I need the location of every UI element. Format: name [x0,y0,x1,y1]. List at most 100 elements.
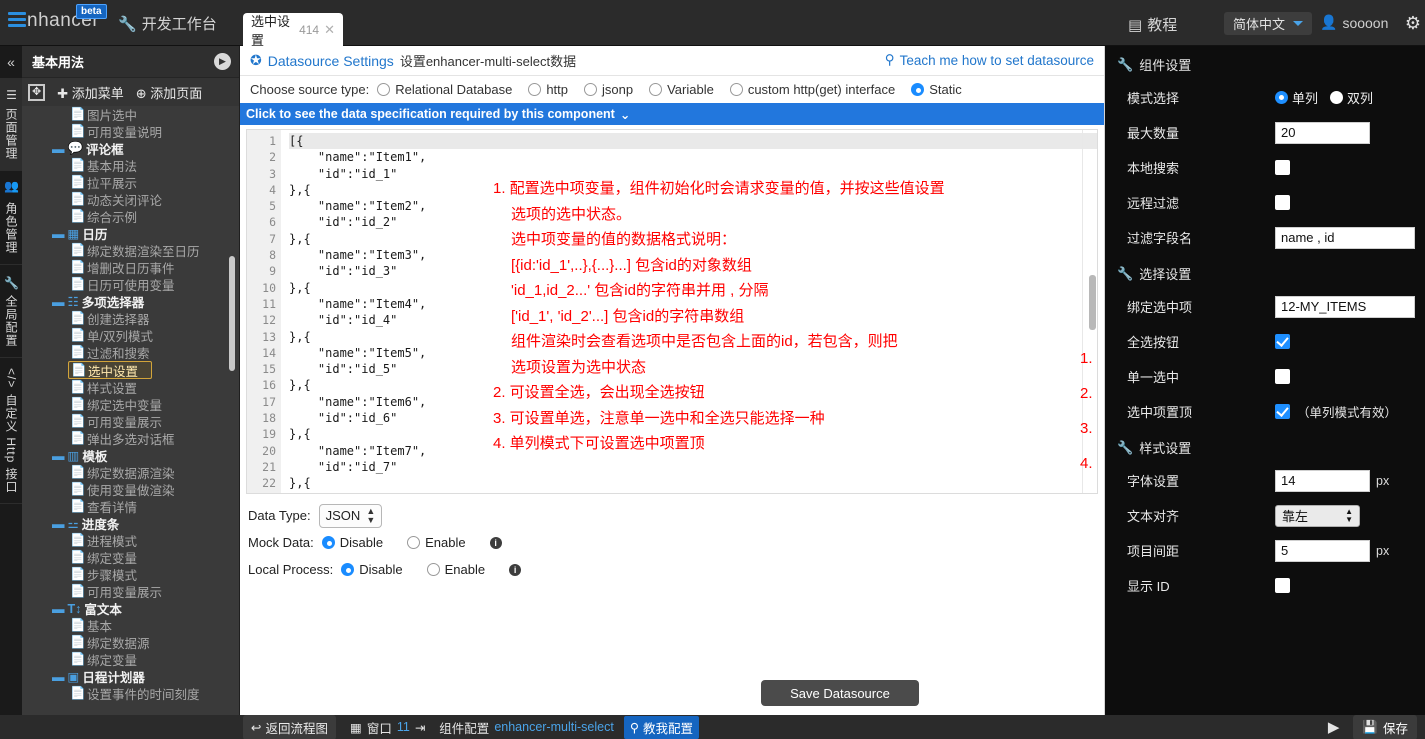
rail-tab-page-management[interactable]: ☰ 页面管理 [0,78,23,171]
setting-radio-option[interactable]: 双列 [1330,88,1373,107]
mock-data-disable[interactable]: Disable [322,535,383,550]
tree-item[interactable]: 📄弹出多选对话框 [26,430,239,447]
nav-tutorial[interactable]: ▤ 教程 [1128,14,1177,35]
tree-item[interactable]: 📄可用变量展示 [26,413,239,430]
tree-item[interactable]: 📄样式设置 [26,379,239,396]
tree-item[interactable]: 📄绑定选中变量 [26,396,239,413]
setting-checkbox[interactable] [1275,404,1290,419]
tree-item[interactable]: 📄图片选中 [26,106,239,123]
page-icon: 📄 [70,311,84,326]
tree-item[interactable]: 📄绑定变量 [26,651,239,668]
rail-tab-role-management[interactable]: 👥 角色管理 [0,171,23,265]
tree-item[interactable]: 📄单/双列模式 [26,327,239,344]
save-button[interactable]: 💾 保存 [1353,715,1417,739]
back-to-flow-button[interactable]: ↩ 返回流程图 [243,715,336,739]
setting-checkbox[interactable] [1275,578,1290,593]
nav-workbench[interactable]: 🔧 开发工作台 [118,13,217,34]
tree-item[interactable]: 📄设置事件的时间刻度 [26,685,239,702]
tree-item[interactable]: 📄可用变量展示 [26,583,239,600]
save-datasource-button[interactable]: Save Datasource [761,680,919,706]
tree-scrollbar[interactable] [229,256,235,371]
source-type-option[interactable]: http [528,82,568,97]
tree-item[interactable]: 📄绑定变量 [26,549,239,566]
teach-config-button[interactable]: ⚲ 教我配置 [624,716,699,739]
data-spec-banner[interactable]: Click to see the data specification requ… [240,103,1104,125]
annotation-side-number: 2. [1080,376,1093,411]
source-type-option[interactable]: custom http(get) interface [730,82,895,97]
language-selector[interactable]: 简体中文 [1224,12,1312,35]
setting-input[interactable]: 12-MY_ITEMS [1275,296,1415,318]
setting-checkbox[interactable] [1275,160,1290,175]
tree-folder[interactable]: ▬▥模板 [26,447,239,464]
move-icon[interactable]: ✥ [28,84,45,101]
tree-folder[interactable]: ▬▣日程计划器 [26,668,239,685]
tree-item[interactable]: 📄绑定数据源 [26,634,239,651]
add-page-button[interactable]: ⊕ 添加页面 [136,83,203,102]
source-type-option[interactable]: Relational Database [377,82,512,97]
tree-item[interactable]: 📄过滤和搜索 [26,344,239,361]
data-type-select[interactable]: JSON ▲▼ [319,504,383,528]
tree-item[interactable]: 📄日历可使用变量 [26,276,239,293]
user-menu[interactable]: 👤 soooon [1320,14,1388,31]
tree-item[interactable]: 📄绑定数据渲染至日历 [26,242,239,259]
rail-tab-custom-http[interactable]: </> 自定义 Http 接口 [0,358,23,504]
tree-item[interactable]: 📄动态关闭评论 [26,191,239,208]
setting-input[interactable]: 20 [1275,122,1370,144]
section-label: 样式设置 [1139,438,1191,457]
teach-datasource-link[interactable]: ⚲ Teach me how to set datasource [885,52,1094,68]
source-type-option-label: custom http(get) interface [748,82,895,97]
tree-item[interactable]: 📄基本 [26,617,239,634]
info-icon[interactable]: i [509,564,521,576]
tree-item-active[interactable]: 📄选中设置 [68,361,152,379]
close-icon[interactable]: ✕ [324,22,335,38]
tab-selection-settings[interactable]: 选中设置 414 ✕ [243,13,343,46]
tree-folder[interactable]: ▬T↕富文本 [26,600,239,617]
source-type-option[interactable]: Variable [649,82,714,97]
source-type-option[interactable]: Static [911,82,962,97]
editor-code[interactable]: [{ "name":"Item1", "id":"id_1"},{ "name"… [281,130,1097,493]
tree-folder[interactable]: ▬💬评论框 [26,140,239,157]
setting-checkbox[interactable] [1275,195,1290,210]
tree-item[interactable]: 📄基本用法 [26,157,239,174]
component-config-indicator[interactable]: 组件配置 enhancer-multi-select [439,718,614,737]
radio-icon [427,563,440,576]
tree-item[interactable]: 📄拉平展示 [26,174,239,191]
page-icon: 📄 [70,175,84,190]
play-icon[interactable]: ▶ [1328,718,1340,736]
tree-folder[interactable]: ▬▦日历 [26,225,239,242]
setting-checkbox[interactable] [1275,334,1290,349]
setting-radio-option[interactable]: 单列 [1275,88,1318,107]
local-process-disable[interactable]: Disable [341,562,402,577]
collapse-sidebar-button[interactable]: « [0,46,22,78]
tree-folder[interactable]: ▬⚍进度条 [26,515,239,532]
setting-row: 模式选择单列双列 [1105,80,1425,115]
editor-scrollbar[interactable] [1089,275,1096,330]
window-indicator[interactable]: ▦ 窗口 11 ⇥ [350,718,425,737]
tree-item[interactable]: 📄增删改日历事件 [26,259,239,276]
tree-folder[interactable]: ▬☷多项选择器 [26,293,239,310]
tree-item[interactable]: 📄绑定数据源渲染 [26,464,239,481]
tree-item[interactable]: 📄创建选择器 [26,310,239,327]
rail-tab-global-config[interactable]: 🔧 全局配置 [0,265,23,359]
local-process-enable[interactable]: Enable [427,562,485,577]
tree-item[interactable]: 📄使用变量做渲染 [26,481,239,498]
add-menu-button[interactable]: ✚ 添加菜单 [57,83,124,102]
folder-icon: ▬ [52,449,65,463]
play-icon[interactable]: ▶ [214,53,231,70]
tree-item[interactable]: 📄步骤模式 [26,566,239,583]
add-page-label: 添加页面 [150,86,202,101]
source-type-option[interactable]: jsonp [584,82,633,97]
tree-item[interactable]: 📄可用变量说明 [26,123,239,140]
mock-data-enable[interactable]: Enable [407,535,465,550]
setting-input[interactable]: name , id [1275,227,1415,249]
setting-checkbox[interactable] [1275,369,1290,384]
gear-icon[interactable]: ⚙ [1405,13,1421,34]
info-icon[interactable]: i [490,537,502,549]
code-editor[interactable]: 1234567891011121314151617181920212223 [{… [246,129,1098,494]
tree-item[interactable]: 📄进程模式 [26,532,239,549]
setting-input[interactable]: 14 [1275,470,1370,492]
setting-select[interactable]: 靠左▲▼ [1275,505,1360,527]
tree-item[interactable]: 📄查看详情 [26,498,239,515]
tree-item[interactable]: 📄综合示例 [26,208,239,225]
setting-input[interactable]: 5 [1275,540,1370,562]
